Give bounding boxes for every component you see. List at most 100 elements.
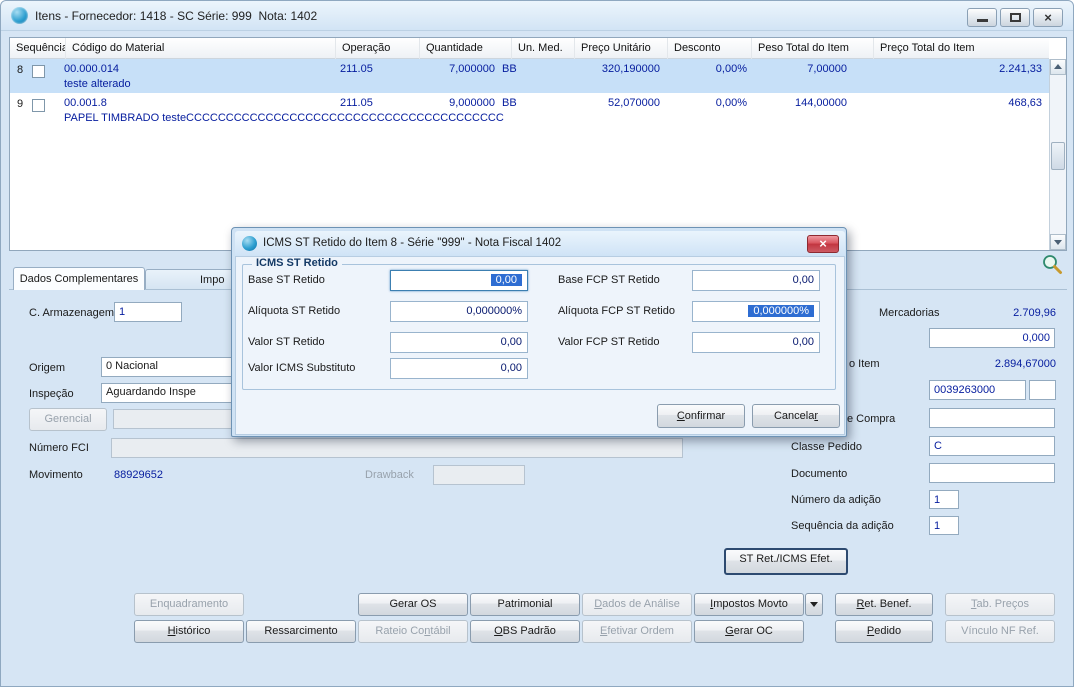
gerencial-button: Gerencial [29, 408, 107, 431]
vertical-scrollbar[interactable] [1049, 59, 1066, 250]
row-operation: 211.05 [340, 63, 373, 75]
cancelar-button[interactable]: Cancelar [752, 404, 840, 428]
ret-benef-button[interactable]: Ret. Benef. [835, 593, 933, 616]
zoom-icon[interactable] [1041, 253, 1063, 275]
codigo-fiscal-sufixo-input[interactable] [1029, 380, 1056, 400]
efetivar-ordem-button: Efetivar Ordem [582, 620, 692, 643]
impostos-movto-button[interactable]: Impostos Movto [694, 593, 804, 616]
drawback-input [433, 465, 525, 485]
ressarcimento-button[interactable]: Ressarcimento [246, 620, 356, 643]
tab-dados-complementares[interactable]: Dados Complementares [13, 267, 145, 290]
numero-fci-label: Número FCI [29, 442, 89, 454]
classe-pedido-input[interactable]: C [929, 436, 1055, 456]
rateio-contabil-button: Rateio Contábil [358, 620, 468, 643]
pedido-button[interactable]: Pedido [835, 620, 933, 643]
column-header-preco-total[interactable]: Preço Total do Item [874, 38, 1049, 59]
numero-adicao-input[interactable]: 1 [929, 490, 959, 509]
app-icon [11, 7, 28, 24]
base-st-input[interactable]: 0,00 [390, 270, 528, 291]
grid-row-item-9[interactable]: 9 00.001.8 PAPEL TIMBRADO testeCCCCCCCCC… [10, 93, 1049, 127]
valor-icms-substituto-label: Valor ICMS Substituto [248, 362, 356, 374]
codigo-fiscal-input[interactable]: 0039263000 [929, 380, 1026, 400]
compra-input[interactable] [929, 408, 1055, 428]
grid-row-item-8[interactable]: 8 00.000.014 teste alterado 211.05 7,000… [10, 59, 1049, 93]
obs-padrao-button[interactable]: OBS Padrão [470, 620, 580, 643]
row-unit: BB [502, 97, 517, 109]
confirmar-button[interactable]: Confirmar [657, 404, 745, 428]
row-unit-price: 52,070000 [608, 97, 660, 109]
aliquota-fcp-label: Alíquota FCP ST Retido [558, 305, 675, 317]
scrollbar-thumb[interactable] [1051, 142, 1065, 170]
close-icon: × [1044, 10, 1052, 25]
st-ret-icms-efet-button[interactable]: ST Ret./ICMS Efet. [724, 548, 848, 575]
dialog-title-bar: ICMS ST Retido do Item 8 - Série "999" -… [235, 231, 845, 256]
column-header-unidade[interactable]: Un. Med. [512, 38, 575, 59]
movimento-label: Movimento [29, 469, 83, 481]
column-header-codigo[interactable]: Código do Material [66, 38, 336, 59]
peso-input[interactable]: 0,000 [929, 328, 1055, 348]
window-controls: × [967, 8, 1063, 27]
valor-fcp-label: Valor FCP ST Retido [558, 336, 660, 348]
column-header-desconto[interactable]: Desconto [668, 38, 752, 59]
selected-text: 0,000000% [748, 305, 814, 317]
row-description: teste alterado [64, 78, 131, 90]
armazenagem-input[interactable]: 1 [114, 302, 182, 322]
gerar-os-button[interactable]: Gerar OS [358, 593, 468, 616]
mercadorias-value: 2.709,96 [1013, 307, 1056, 319]
enquadramento-button: Enquadramento [134, 593, 244, 616]
valor-st-input[interactable]: 0,00 [390, 332, 528, 353]
grid-header: Sequência Código do Material Operação Qu… [10, 38, 1049, 59]
inspecao-value: Aguardando Inspe [106, 386, 196, 398]
aliquota-st-input[interactable]: 0,000000% [390, 301, 528, 322]
dialog-close-button[interactable]: × [807, 235, 839, 253]
compra-label: e Compra [847, 413, 896, 425]
column-header-peso-total[interactable]: Peso Total do Item [752, 38, 874, 59]
row-discount: 0,00% [715, 97, 747, 109]
base-fcp-input[interactable]: 0,00 [692, 270, 820, 291]
row-quantity: 7,000000 [449, 63, 495, 75]
aliquota-fcp-input[interactable]: 0,000000% [692, 301, 820, 322]
historico-button[interactable]: Histórico [134, 620, 244, 643]
items-grid: Sequência Código do Material Operação Qu… [9, 37, 1067, 251]
icms-st-retido-dialog: ICMS ST Retido do Item 8 - Série "999" -… [231, 227, 847, 437]
row-weight-total: 7,00000 [807, 63, 847, 75]
impostos-movto-dropdown-button[interactable] [805, 593, 823, 616]
row-sequence: 8 [16, 64, 24, 76]
scroll-up-button[interactable] [1050, 59, 1066, 75]
valor-icms-substituto-input[interactable]: 0,00 [390, 358, 528, 379]
valor-st-label: Valor ST Retido [248, 336, 325, 348]
patrimonial-button[interactable]: Patrimonial [470, 593, 580, 616]
close-button[interactable]: × [1033, 8, 1063, 27]
sequencia-adicao-label: Sequência da adição [791, 520, 894, 532]
base-st-label: Base ST Retido [248, 274, 325, 286]
arrow-down-icon [1054, 240, 1062, 245]
main-window: Itens - Fornecedor: 1418 - SC Série: 999… [0, 0, 1074, 687]
origem-value: 0 Nacional [106, 360, 158, 372]
column-header-operacao[interactable]: Operação [336, 38, 420, 59]
row-checkbox[interactable] [32, 65, 45, 78]
valor-fcp-input[interactable]: 0,00 [692, 332, 820, 353]
gerar-oc-button[interactable]: Gerar OC [694, 620, 804, 643]
row-code: 00.001.8 [64, 97, 107, 109]
minimize-button[interactable] [967, 8, 997, 27]
title-bar: Itens - Fornecedor: 1418 - SC Série: 999… [1, 1, 1073, 31]
gerencial-input [113, 409, 233, 429]
row-quantity: 9,000000 [449, 97, 495, 109]
row-unit: BB [502, 63, 517, 75]
row-price-total: 2.241,33 [999, 63, 1042, 75]
row-unit-price: 320,190000 [601, 63, 660, 75]
minimize-icon [977, 19, 988, 22]
documento-input[interactable] [929, 463, 1055, 483]
base-fcp-label: Base FCP ST Retido [558, 274, 660, 286]
column-header-sequencia[interactable]: Sequência [10, 38, 66, 59]
dialog-title: ICMS ST Retido do Item 8 - Série "999" -… [263, 237, 562, 249]
scroll-down-button[interactable] [1050, 234, 1066, 250]
row-operation: 211.05 [340, 97, 373, 109]
row-checkbox[interactable] [32, 99, 45, 112]
row-discount: 0,00% [715, 63, 747, 75]
numero-fci-input [111, 438, 683, 458]
column-header-preco-unitario[interactable]: Preço Unitário [575, 38, 668, 59]
column-header-quantidade[interactable]: Quantidade [420, 38, 512, 59]
sequencia-adicao-input[interactable]: 1 [929, 516, 959, 535]
maximize-button[interactable] [1000, 8, 1030, 27]
